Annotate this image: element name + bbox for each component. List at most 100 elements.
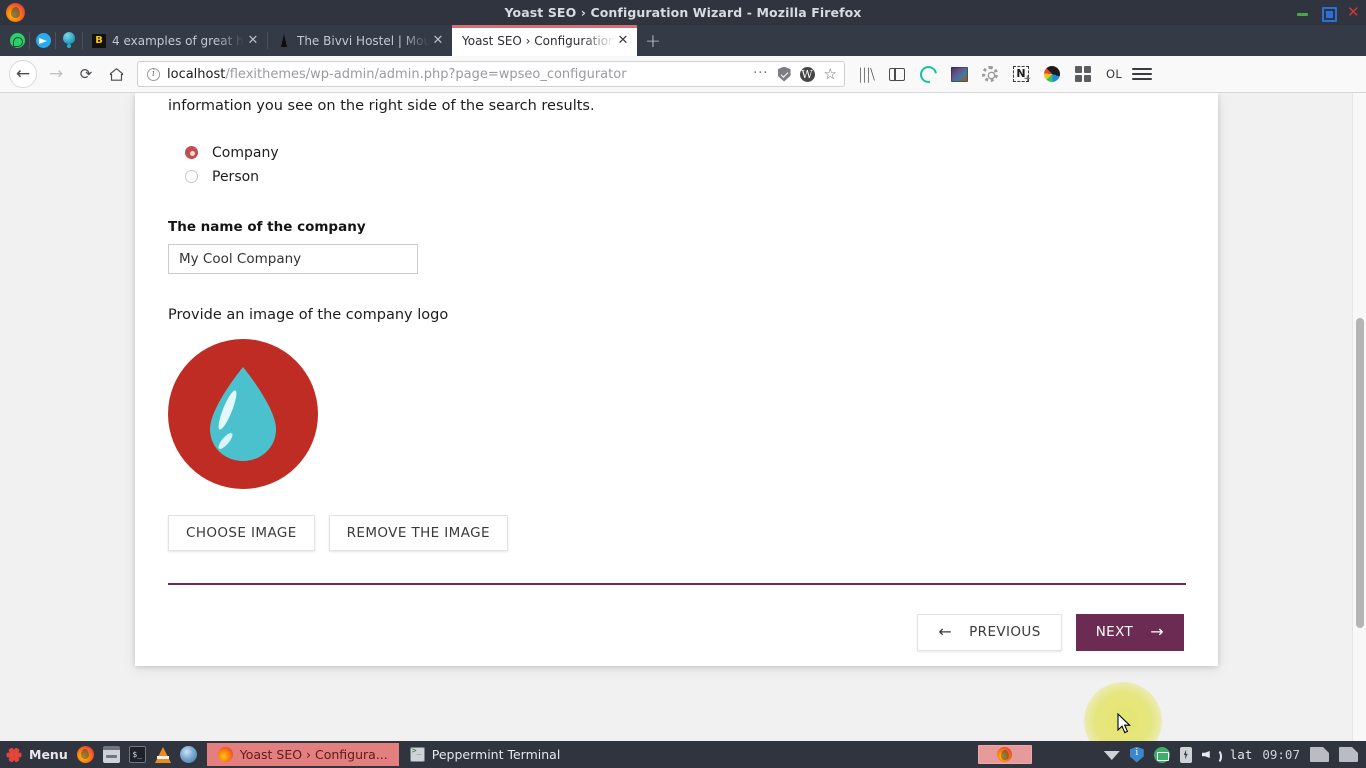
window-thumbnail-preview[interactable] [977, 745, 1032, 764]
keyboard-layout-indicator[interactable]: lat [1230, 747, 1253, 762]
workspace-switcher-2[interactable] [1339, 747, 1358, 762]
mail-icon[interactable] [1153, 746, 1170, 763]
radio-option-company[interactable]: Company [168, 141, 1185, 165]
tab-yoast-configuration-wizard[interactable]: Yoast SEO › Configuration W ✕ [452, 25, 637, 56]
firefox-quicklaunch-icon[interactable] [76, 746, 94, 763]
navigation-toolbar: ← → ⟳ i localhost/flexithemes/wp-admin/a… [0, 56, 1366, 93]
remove-image-button[interactable]: REMOVE THE IMAGE [328, 514, 508, 551]
tracking-shield-icon[interactable] [777, 66, 791, 82]
grammarly-icon[interactable] [916, 62, 940, 86]
color-wheel-icon[interactable] [1043, 65, 1061, 83]
pinned-tabs [4, 25, 82, 56]
next-arrow-icon: → [1150, 622, 1164, 642]
taskbar-item-label: Peppermint Terminal [431, 747, 561, 762]
volume-icon[interactable] [1202, 747, 1222, 764]
lead-paragraph: information you see on the right side of… [168, 98, 595, 114]
pinned-tab-whatsapp[interactable] [4, 25, 30, 56]
tab-4-examples[interactable]: B 4 examples of great host ✕ [82, 25, 267, 56]
forward-button[interactable]: → [41, 59, 71, 89]
close-window-button[interactable]: ✕ [1347, 4, 1360, 19]
firefox-menu-button[interactable] [1132, 65, 1152, 83]
company-logo-label: Provide an image of the company logo [168, 306, 449, 323]
tab-close-icon[interactable]: ✕ [430, 33, 446, 48]
wizard-card: information you see on the right side of… [135, 93, 1218, 666]
window-titlebar: Yoast SEO › Configuration Wizard - Mozil… [0, 0, 1366, 25]
terminal-icon [409, 746, 425, 762]
water-drop-icon [62, 32, 76, 49]
pinned-tab-telegram[interactable] [29, 25, 56, 56]
previous-button-label: PREVIOUS [969, 624, 1041, 641]
forward-arrow-icon: → [48, 63, 64, 84]
taskbar-windows: Yoast SEO › Configura... Peppermint Term… [206, 741, 978, 768]
home-button[interactable] [101, 59, 131, 89]
back-button[interactable]: ← [9, 60, 37, 88]
tab-label: 4 examples of great host [112, 33, 245, 48]
choose-image-button[interactable]: CHOOSE IMAGE [168, 514, 315, 551]
minimize-button[interactable] [1297, 7, 1308, 18]
chromium-icon[interactable] [179, 746, 197, 763]
url-bar[interactable]: i localhost/flexithemes/wp-admin/admin.p… [137, 61, 845, 87]
reload-button[interactable]: ⟳ [71, 59, 101, 89]
firefox-icon [217, 747, 233, 762]
file-manager-icon[interactable] [102, 746, 120, 763]
system-tray: i lat 09:07 [977, 745, 1366, 764]
previous-button[interactable]: ← PREVIOUS [917, 613, 1062, 651]
bivvi-favicon-icon [277, 33, 291, 48]
radio-company-input[interactable] [185, 146, 198, 160]
battery-icon[interactable] [1179, 746, 1192, 763]
section-divider [168, 582, 1186, 585]
radio-option-person[interactable]: Person [168, 165, 1185, 189]
tab-close-icon[interactable]: ✕ [245, 33, 261, 48]
gear-extension-icon[interactable] [981, 65, 999, 83]
page-scrollbar[interactable] [1352, 93, 1366, 748]
entity-type-radio-group: Company Person [168, 141, 1185, 189]
image-extension-icon[interactable] [950, 65, 968, 83]
next-button[interactable]: NEXT → [1075, 613, 1184, 651]
workspace-switcher-1[interactable] [1310, 747, 1329, 762]
terminal-quicklaunch-icon[interactable]: $_ [128, 746, 146, 763]
shield-info-icon[interactable]: i [1129, 746, 1144, 763]
next-button-label: NEXT [1095, 624, 1134, 641]
firefox-thumb-icon [997, 747, 1013, 762]
page-scrollbar-thumb[interactable] [1356, 318, 1364, 628]
radio-person-input[interactable] [185, 170, 198, 184]
library-icon[interactable]: |||\ [857, 65, 875, 83]
whatsapp-icon [9, 33, 25, 48]
radio-company-label: Company [212, 144, 279, 161]
ol-extension-icon[interactable]: OL [1105, 65, 1123, 83]
start-menu-button[interactable]: Menu [0, 741, 77, 768]
company-name-label: The name of the company [168, 218, 366, 235]
wizard-card-content: information you see on the right side of… [168, 93, 1186, 651]
extension-toolbar: |||\ N OL [857, 62, 1123, 86]
url-host: localhost [167, 66, 226, 82]
bookmark-star-icon[interactable]: ☆ [824, 67, 837, 82]
pinned-tab-waterdrop[interactable] [55, 25, 82, 56]
page-info-icon[interactable]: i [147, 67, 160, 81]
company-logo-preview [168, 338, 1185, 489]
tab-bivvi-hostel[interactable]: The Bivvi Hostel | Mounta ✕ [267, 25, 452, 56]
company-name-input[interactable] [168, 243, 418, 274]
wordpress-icon[interactable]: W [799, 66, 815, 82]
sidebar-icon[interactable] [888, 65, 906, 83]
clock[interactable]: 09:07 [1262, 747, 1300, 762]
new-tab-button[interactable]: + [637, 25, 669, 56]
bootstrap-favicon-icon: B [92, 33, 106, 48]
maximize-button[interactable] [1322, 7, 1337, 22]
notion-clipper-icon[interactable]: N [1012, 65, 1031, 86]
grid-add-icon[interactable] [1074, 65, 1092, 83]
taskbar-item-terminal[interactable]: Peppermint Terminal [399, 743, 572, 766]
tab-label: Yoast SEO › Configuration W [462, 33, 615, 48]
system-taskbar: Menu $_ Yoast SEO › Configura... Pepperm… [0, 741, 1366, 768]
water-drop-logo-icon [206, 365, 280, 463]
window-controls: ✕ [1297, 0, 1360, 25]
tab-close-icon[interactable]: ✕ [615, 33, 631, 48]
wizard-navigation: ← PREVIOUS NEXT → [168, 613, 1185, 651]
image-action-buttons: CHOOSE IMAGE REMOVE THE IMAGE [168, 514, 1185, 551]
click-highlight [1084, 682, 1162, 748]
taskbar-item-firefox[interactable]: Yoast SEO › Configura... [206, 743, 399, 766]
wifi-icon[interactable] [1103, 750, 1120, 760]
vlc-icon[interactable] [154, 746, 171, 763]
tab-strip: B 4 examples of great host ✕ The Bivvi H… [0, 25, 1366, 56]
url-actions: ··· W ☆ [753, 66, 837, 82]
page-actions-icon[interactable]: ··· [753, 67, 768, 80]
